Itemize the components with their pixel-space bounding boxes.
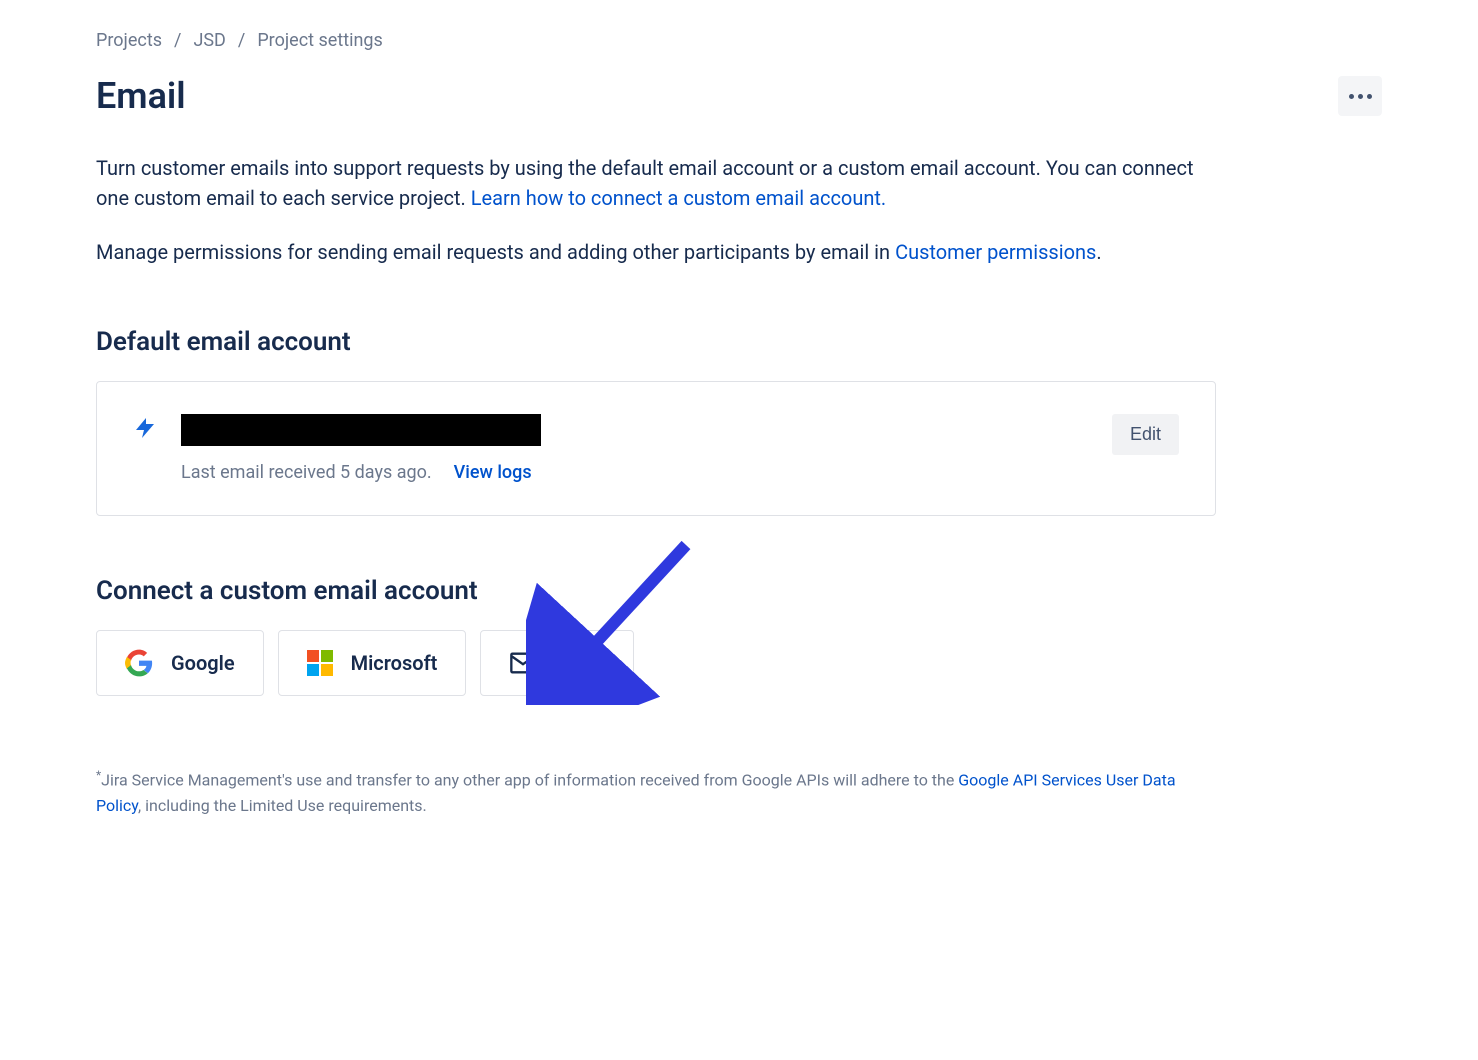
default-email-address-redacted (181, 414, 541, 446)
breadcrumb-projects[interactable]: Projects (96, 30, 162, 51)
more-actions-button[interactable] (1338, 76, 1382, 116)
view-logs-link[interactable]: View logs (454, 462, 532, 483)
other-label: Other (555, 651, 605, 675)
connect-custom-heading: Connect a custom email account (96, 576, 1382, 606)
page-title: Email (96, 75, 186, 117)
last-received-text: Last email received 5 days ago. (181, 462, 432, 483)
breadcrumb-separator: / (238, 30, 245, 51)
more-icon (1349, 94, 1372, 99)
google-icon (125, 649, 153, 677)
breadcrumb-jsd[interactable]: JSD (193, 30, 225, 51)
edit-default-email-button[interactable]: Edit (1112, 414, 1179, 455)
learn-connect-link[interactable]: Learn how to connect a custom email acco… (471, 186, 886, 210)
microsoft-icon (307, 650, 333, 676)
connect-other-button[interactable]: Other (480, 630, 634, 696)
breadcrumb-project-settings[interactable]: Project settings (257, 30, 383, 51)
footnote: *Jira Service Management's use and trans… (96, 766, 1216, 819)
customer-permissions-link[interactable]: Customer permissions (895, 240, 1096, 264)
microsoft-label: Microsoft (351, 651, 438, 675)
envelope-icon (509, 649, 537, 677)
connect-microsoft-button[interactable]: Microsoft (278, 630, 467, 696)
jira-bolt-icon (133, 416, 157, 440)
default-email-heading: Default email account (96, 327, 1382, 357)
breadcrumb: Projects / JSD / Project settings (96, 30, 1382, 51)
breadcrumb-separator: / (174, 30, 181, 51)
default-email-card: Last email received 5 days ago. View log… (96, 381, 1216, 516)
intro-paragraph-1: Turn customer emails into support reques… (96, 153, 1216, 213)
google-label: Google (171, 651, 235, 675)
intro-paragraph-2: Manage permissions for sending email req… (96, 237, 1216, 267)
connect-google-button[interactable]: Google (96, 630, 264, 696)
